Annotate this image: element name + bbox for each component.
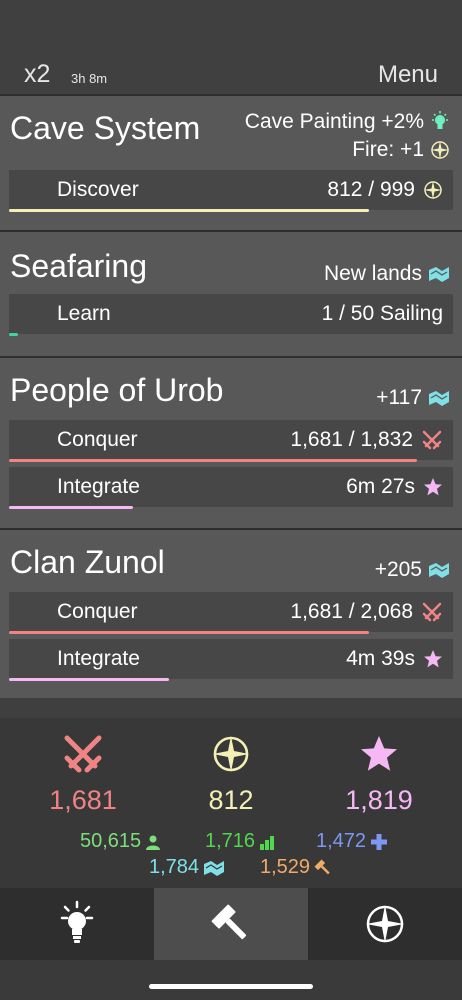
compass-icon [431,141,449,159]
card-title: Clan Zunol [10,544,165,580]
production-value: 1,529 [260,856,311,878]
card-info: +117 [376,386,450,410]
population-stat: 50,615 [80,830,161,853]
integrate-time: 6m 27s [346,475,415,498]
growth-value: 1,716 [205,830,256,852]
bottom-navigation [0,888,462,960]
land-value: 1,784 [149,856,200,878]
action-label: Discover [57,178,139,201]
info-text: +205 [374,558,422,581]
learn-progress-bar [9,333,18,336]
map-icon [429,563,449,578]
hammer-icon [314,859,330,874]
card-title: People of Urob [10,372,224,408]
map-icon [204,860,225,876]
integrate-time: 4m 39s [346,647,415,670]
exploration-stat: 812 [161,732,301,816]
health-stat: 1,472 [316,830,388,853]
action-value: 812 / 999 [327,178,443,202]
land-stat: 1,784 [149,856,225,879]
map-icon [429,267,449,282]
card-cave-system: Cave System Cave Painting +2% Fire: +1 D… [0,94,462,230]
production-stat: 1,529 [260,856,332,879]
card-title: Seafaring [10,248,147,284]
integrate-progress-bar [9,506,134,509]
card-clan-zunol: Clan Zunol +205 Conquer 1,681 / 2,068 In… [0,528,462,698]
plus-icon [371,833,388,850]
culture-stat: 1,819 [309,732,449,816]
integrate-action[interactable]: Integrate 6m 27s [9,467,453,507]
action-value: 1,681 / 1,832 [290,428,443,452]
action-value: 6m 27s [346,475,443,499]
card-title: Cave System [10,110,201,146]
crossed-swords-icon [422,602,442,622]
card-people-of-urob: People of Urob +117 Conquer 1,681 / 1,83… [0,356,462,528]
learn-progress-text: 1 / 50 Sailing [321,302,443,325]
home-indicator [149,984,313,989]
conquer-action[interactable]: Conquer 1,681 / 2,068 [9,592,453,632]
card-info-bonus: Cave Painting +2% [245,110,450,134]
exploration-value: 812 [208,785,254,815]
action-value: 1 / 50 Sailing [322,302,443,326]
bottom-safe-area [0,960,462,1000]
info-text: +117 [376,386,422,409]
card-info-fire: Fire: +1 [352,138,450,162]
learn-action[interactable]: Learn 1 / 50 Sailing [9,294,453,334]
action-label: Learn [57,302,111,325]
card-info: +205 [375,558,450,582]
menu-button[interactable]: Menu [378,61,438,89]
health-value: 1,472 [316,830,367,852]
discover-action[interactable]: Discover 812 / 999 [9,170,453,210]
action-label: Conquer [57,428,138,451]
action-value: 4m 39s [346,647,443,671]
compass-icon [213,736,249,772]
integrate-progress-bar [9,678,169,681]
crossed-swords-icon [64,735,102,773]
compass-icon [424,181,442,199]
discover-progress-text: 812 / 999 [327,178,415,201]
map-icon [429,391,449,406]
time-remaining: 3h 8m [71,71,108,86]
card-seafaring: Seafaring New lands Learn 1 / 50 Sailing [0,230,462,356]
population-value: 50,615 [80,830,142,852]
nav-explore-tab[interactable] [308,888,462,960]
conquer-progress-bar [9,631,369,634]
person-icon [146,835,161,850]
discover-progress-bar [9,209,369,212]
compass-icon [366,905,404,943]
action-label: Integrate [57,475,140,498]
integrate-action[interactable]: Integrate 4m 39s [9,639,453,679]
hammer-icon [211,904,247,940]
card-info: New lands [324,262,450,286]
top-bar: x2 3h 8m Menu [0,0,462,94]
fire-text: Fire: +1 [352,138,424,161]
conquer-progress-text: 1,681 / 1,832 [290,428,413,451]
bar-chart-icon [260,835,275,850]
military-value: 1,681 [49,785,117,815]
lightbulb-icon [432,111,448,129]
resource-stats-panel: 1,681 812 1,819 50,615 1,716 1,472 1,784… [0,718,462,888]
info-text: New lands [323,262,422,285]
conquer-action[interactable]: Conquer 1,681 / 1,832 [9,420,453,460]
nav-research-tab[interactable] [0,888,154,960]
nav-build-tab[interactable] [154,888,308,960]
action-value: 1,681 / 2,068 [290,600,443,624]
growth-stat: 1,716 [205,830,275,853]
action-label: Conquer [57,600,138,623]
conquer-progress-text: 1,681 / 2,068 [290,600,413,623]
military-stat: 1,681 [13,732,153,816]
culture-value: 1,819 [345,785,413,815]
conquer-progress-bar [9,459,418,462]
bonus-text: Cave Painting +2% [244,110,424,133]
crossed-swords-icon [422,430,442,450]
star-icon [361,736,397,771]
game-speed[interactable]: x2 [24,60,50,89]
star-icon [424,478,442,496]
lightbulb-icon [60,900,94,943]
action-label: Integrate [57,647,140,670]
star-icon [424,650,442,668]
